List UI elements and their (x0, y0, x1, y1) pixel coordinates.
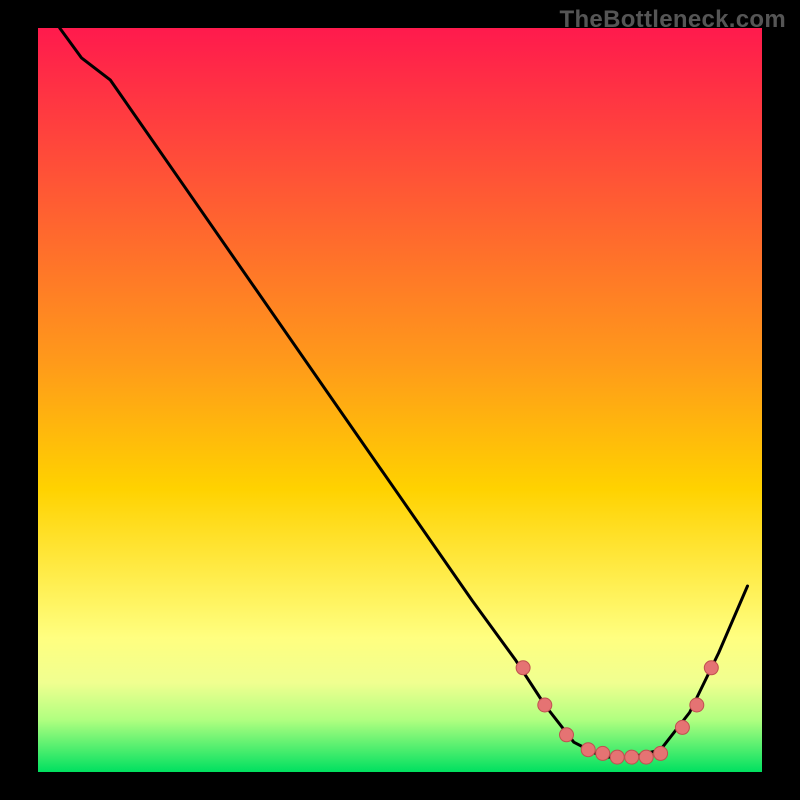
plot-area (38, 28, 762, 772)
curve-marker (690, 698, 704, 712)
curve-marker (625, 750, 639, 764)
curve-marker (538, 698, 552, 712)
curve-marker (610, 750, 624, 764)
curve-marker (596, 746, 610, 760)
chart-frame: TheBottleneck.com (0, 0, 800, 800)
curve-marker (560, 728, 574, 742)
curve-marker (675, 720, 689, 734)
curve-marker (581, 743, 595, 757)
curve-marker (704, 661, 718, 675)
curve-marker (654, 746, 668, 760)
curve-marker (639, 750, 653, 764)
curve-marker (516, 661, 530, 675)
plot-svg (38, 28, 762, 772)
